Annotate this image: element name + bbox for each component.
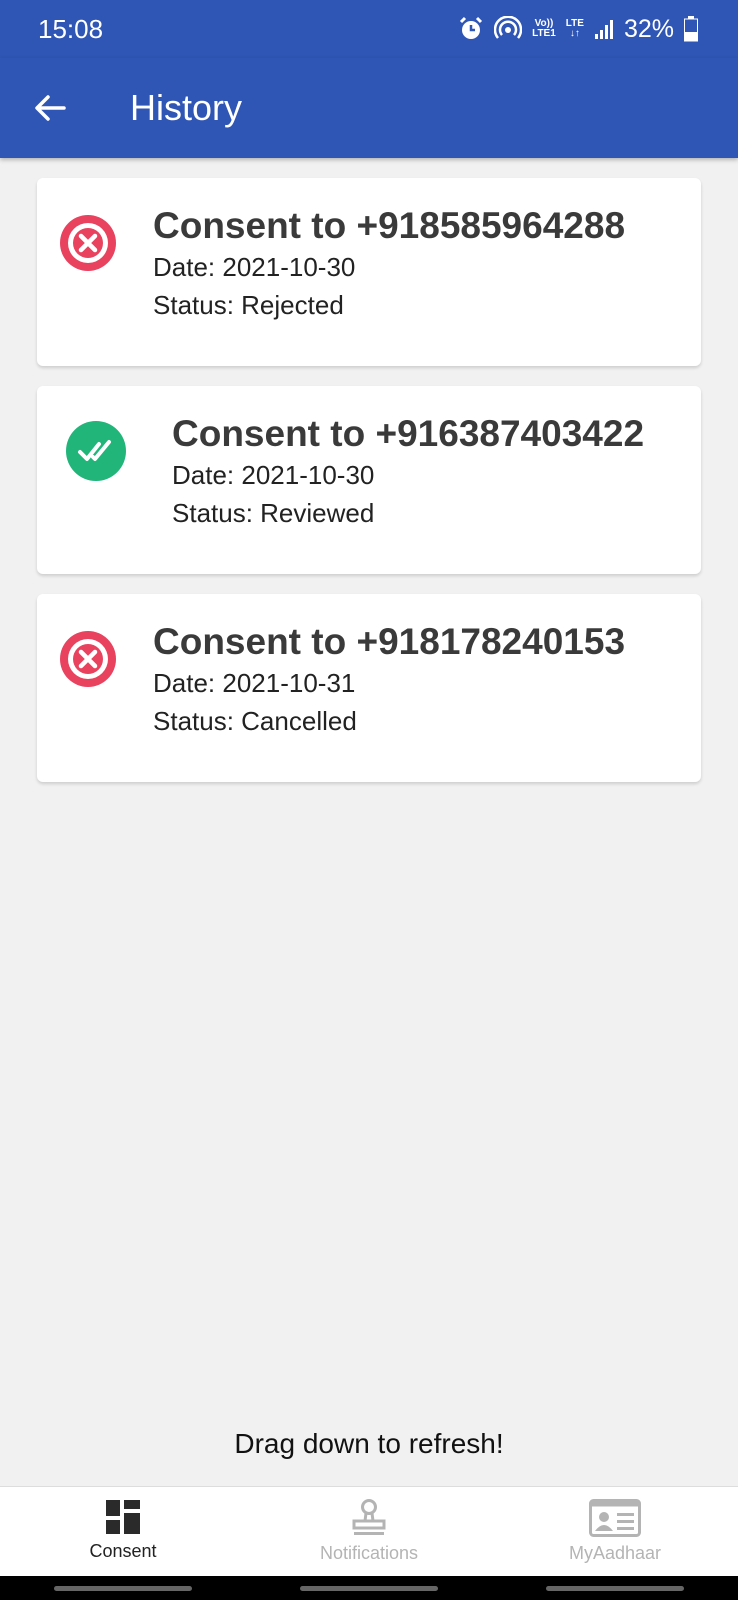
consent-card-text: Consent to +916387403422 Date: 2021-10-3…	[172, 412, 644, 532]
nav-label-consent: Consent	[89, 1541, 157, 1561]
consent-status: Status: Cancelled	[153, 706, 357, 736]
alarm-icon	[458, 16, 484, 42]
nav-item-consent[interactable]: Consent	[0, 1487, 246, 1576]
consent-date: Date: 2021-10-30	[153, 252, 356, 282]
consent-title: Consent to +918178240153	[153, 621, 626, 662]
lte-data-indicator: LTE ↓↑	[566, 19, 584, 39]
consent-card-text: Consent to +918585964288 Date: 2021-10-3…	[153, 204, 625, 324]
consent-status: Status: Rejected	[153, 290, 344, 320]
battery-percent: 32%	[623, 14, 674, 43]
status-time: 15:08	[38, 13, 104, 44]
consent-title: Consent to +916387403422	[172, 413, 645, 454]
data-arrows-icon: ↓↑	[569, 28, 580, 39]
arrow-left-icon	[35, 95, 66, 121]
dashboard-icon	[106, 1500, 140, 1534]
consent-card[interactable]: Consent to +916387403422 Date: 2021-10-3…	[37, 386, 701, 574]
x-circle-icon	[57, 628, 119, 690]
status-bar: 15:08 Vo)) LTE1 LTE ↓↑ 32%	[0, 0, 738, 58]
consent-date: Date: 2021-10-30	[172, 460, 375, 490]
double-check-icon	[65, 420, 127, 482]
consent-history-list: Consent to +918585964288 Date: 2021-10-3…	[37, 178, 701, 802]
id-card-icon	[589, 1499, 641, 1537]
refresh-hint: Drag down to refresh!	[234, 1428, 504, 1459]
nav-pill[interactable]	[54, 1585, 192, 1591]
consent-status: Status: Reviewed	[172, 498, 375, 528]
nav-item-myaadhaar[interactable]: MyAadhaar	[492, 1487, 738, 1576]
lte1-label: LTE1	[532, 28, 556, 39]
consent-date: Date: 2021-10-31	[153, 668, 356, 698]
consent-title: Consent to +918585964288	[153, 205, 626, 246]
nav-pill[interactable]	[546, 1585, 684, 1591]
page-title: History	[130, 87, 243, 128]
stamp-icon	[352, 1499, 386, 1535]
system-gesture-bar	[0, 1576, 738, 1600]
consent-card[interactable]: Consent to +918178240153 Date: 2021-10-3…	[37, 594, 701, 782]
app-bar: History	[0, 58, 738, 158]
x-circle-icon	[57, 212, 119, 274]
bottom-nav: Consent Notifications MyAadhaar	[0, 1486, 738, 1576]
signal-icon	[594, 18, 614, 40]
nav-label-notifications: Notifications	[319, 1543, 419, 1563]
nav-item-notifications[interactable]: Notifications	[246, 1487, 492, 1576]
nav-pill[interactable]	[300, 1585, 438, 1591]
volte-indicator: Vo)) LTE1	[532, 19, 556, 39]
consent-card[interactable]: Consent to +918585964288 Date: 2021-10-3…	[37, 178, 701, 366]
battery-icon	[684, 16, 698, 42]
consent-card-text: Consent to +918178240153 Date: 2021-10-3…	[153, 620, 625, 740]
back-button[interactable]	[20, 78, 80, 138]
nav-label-myaadhaar: MyAadhaar	[568, 1543, 662, 1563]
hotspot-icon	[494, 16, 523, 42]
status-icons: Vo)) LTE1 LTE ↓↑ 32%	[458, 15, 698, 44]
